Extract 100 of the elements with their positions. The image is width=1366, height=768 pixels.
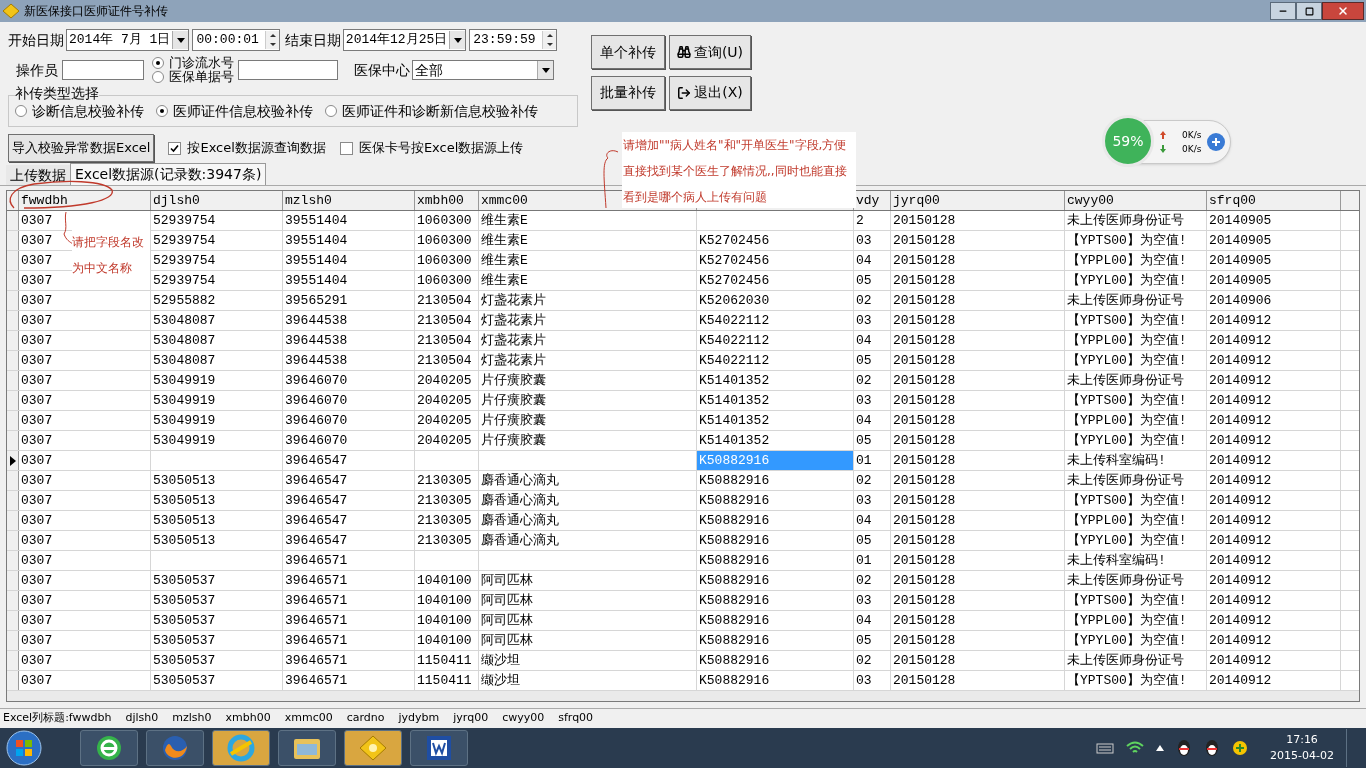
table-cell: K51401352	[697, 411, 854, 430]
table-cell: 0307	[19, 531, 151, 550]
date-label: 结束日期	[284, 30, 341, 50]
plus-icon[interactable]	[1207, 133, 1226, 151]
table-cell: 52939754	[151, 271, 283, 290]
table-cell: 0307	[19, 651, 151, 670]
column-header[interactable]: djlsh0	[151, 191, 283, 210]
table-cell: 20140912	[1207, 651, 1341, 670]
radio-button[interactable]	[152, 71, 164, 83]
table-cell: 20140912	[1207, 351, 1341, 370]
table-cell: 53048087	[151, 331, 283, 350]
table-cell: 缬沙坦	[479, 651, 697, 670]
column-header[interactable]: xmbh00	[415, 191, 479, 210]
time-field[interactable]: 00:00:01	[192, 29, 280, 51]
clock-time[interactable]: 17:16	[1286, 732, 1318, 748]
table-cell: 20140912	[1207, 371, 1341, 390]
keyboard-icon[interactable]	[1096, 742, 1115, 754]
plus-circle-icon[interactable]	[1232, 740, 1249, 756]
column-header[interactable]: mzlsh0	[283, 191, 415, 210]
table-cell: 20150128	[891, 371, 1065, 390]
spin-arrows-icon[interactable]	[264, 31, 279, 49]
center-select[interactable]: 全部	[412, 60, 554, 80]
table-cell: K50882916	[697, 591, 854, 610]
action-button[interactable]: 批量补传	[591, 75, 665, 110]
table-cell: 03	[854, 491, 891, 510]
horizontal-scrollbar[interactable]	[7, 691, 1359, 701]
table-cell: 53050537	[151, 571, 283, 590]
table-cell: 0307	[19, 451, 151, 470]
radio-button[interactable]	[325, 105, 337, 117]
table-cell: K54022112	[697, 311, 854, 330]
action-button[interactable]: 查询(U)	[669, 35, 751, 69]
document-app-icon[interactable]	[425, 734, 453, 762]
row-header[interactable]	[7, 451, 19, 470]
checkbox-label: 按Excel数据源查询数据	[187, 139, 326, 158]
table-cell: 未上传医师身份证号	[1065, 471, 1207, 490]
column-header[interactable]: fwwdbh	[19, 191, 151, 210]
radio-label: 医保单据号	[169, 70, 234, 84]
column-header[interactable]: jyrq00	[891, 191, 1065, 210]
import-button[interactable]: 导入校验异常数据Excel	[8, 134, 155, 162]
minimize-button[interactable]	[1270, 2, 1296, 20]
table-cell: 20150128	[891, 211, 1065, 230]
column-header[interactable]: sfrq00	[1207, 191, 1341, 210]
table-cell: 2040205	[415, 371, 479, 390]
table-cell: 39646070	[283, 431, 415, 450]
table-cell: 0307	[19, 471, 151, 490]
table-cell: 53050537	[151, 671, 283, 690]
table-cell: 【YPPL00】为空值!	[1065, 331, 1207, 350]
start-button-icon[interactable]	[4, 729, 44, 767]
table-cell: 20150128	[891, 311, 1065, 330]
status-text: xmmc00	[284, 710, 333, 727]
action-button[interactable]: 单个补传	[591, 35, 665, 69]
table-cell: 39644538	[283, 351, 415, 370]
radio-button[interactable]	[152, 57, 164, 69]
diamond-app-icon[interactable]	[358, 734, 388, 762]
action-button[interactable]: 退出(X)	[669, 75, 751, 110]
table-cell: K52062030	[697, 291, 854, 310]
table-cell: 1060300	[415, 211, 479, 230]
table-cell: 麝香通心滴丸	[479, 531, 697, 550]
table-cell: 维生素E	[479, 251, 697, 270]
column-header[interactable]: xmmc00	[479, 191, 619, 210]
radio-button[interactable]	[156, 105, 168, 117]
maximize-button[interactable]	[1296, 2, 1322, 20]
checkbox-label: 医保卡号按Excel数据源上传	[358, 139, 524, 158]
column-header[interactable]: cwyy00	[1065, 191, 1207, 210]
tray-expand-icon[interactable]	[1156, 745, 1165, 751]
close-button[interactable]	[1322, 2, 1364, 20]
tab[interactable]: 上传数据	[6, 165, 70, 185]
table-cell: 53049919	[151, 391, 283, 410]
table-cell: 20140912	[1207, 551, 1341, 570]
spin-arrows-icon[interactable]	[541, 31, 556, 49]
table-cell: 灯盏花素片	[479, 331, 697, 350]
browser-ring-icon[interactable]	[227, 734, 255, 762]
table-cell: 20140912	[1207, 531, 1341, 550]
table-cell: 39646547	[283, 511, 415, 530]
browser-e-icon[interactable]	[95, 734, 123, 762]
checkbox[interactable]	[168, 141, 182, 155]
date-picker[interactable]: 2014年 7月 1日	[66, 29, 190, 51]
date-picker[interactable]: 2014年12月25日	[342, 29, 467, 51]
table-cell: 2130305	[415, 471, 479, 490]
table-cell: 片仔癀胶囊	[479, 371, 697, 390]
table-cell: 39646571	[283, 591, 415, 610]
table-cell: 20150128	[891, 611, 1065, 630]
wifi-icon[interactable]	[1126, 741, 1145, 755]
status-text: jyrq00	[453, 710, 489, 727]
radio-button[interactable]	[15, 105, 27, 117]
tab[interactable]: Excel数据源(记录数:3947条)	[70, 163, 267, 185]
clock-date[interactable]: 2015-04-02	[1270, 748, 1334, 764]
status-text: cardno	[346, 710, 385, 727]
table-cell: 20150128	[891, 571, 1065, 590]
table-cell: K50882916	[697, 511, 854, 530]
checkbox[interactable]	[339, 141, 353, 155]
table-cell: 02	[854, 371, 891, 390]
operator-field[interactable]	[62, 60, 144, 80]
hand-drawn-bracket	[600, 148, 620, 210]
penguin-icon[interactable]	[1204, 739, 1221, 757]
penguin-icon[interactable]	[1176, 739, 1193, 757]
table-cell: 52939754	[151, 251, 283, 270]
number-field[interactable]	[238, 60, 338, 80]
table-cell: K52702456	[697, 231, 854, 250]
time-field[interactable]: 23:59:59	[469, 29, 557, 51]
